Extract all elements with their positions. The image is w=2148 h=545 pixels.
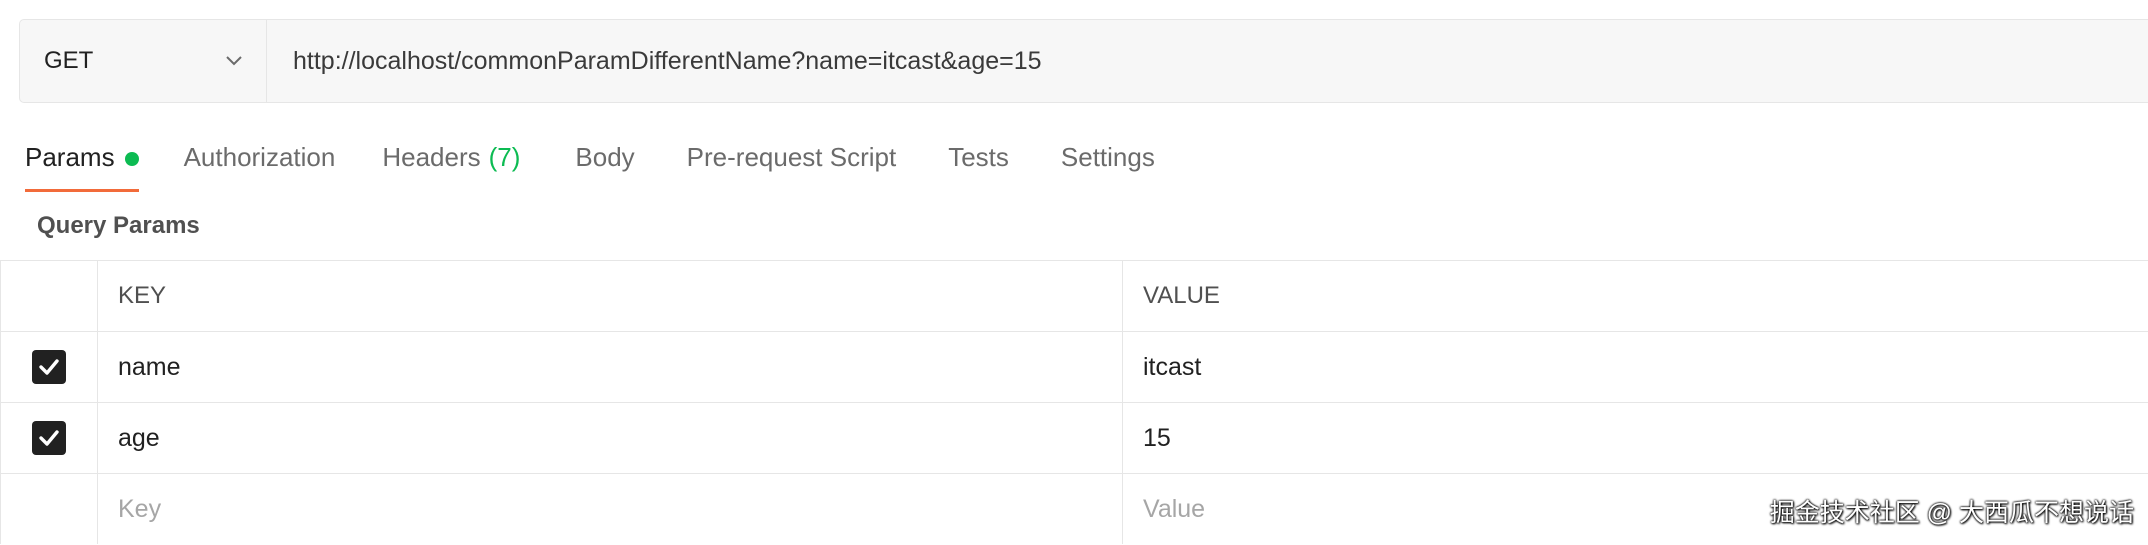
checkbox-checked-icon[interactable] (32, 350, 66, 384)
method-label: GET (44, 47, 94, 74)
param-key-field[interactable]: name (98, 332, 1123, 402)
tab-body[interactable]: Body (575, 130, 634, 192)
tab-authorization-label: Authorization (183, 142, 336, 172)
table-header-row: KEY VALUE (0, 261, 2148, 332)
request-bar: GET http://localhost/commonParamDifferen… (19, 19, 2148, 103)
request-tabs: Params Authorization Headers (7) Body Pr… (0, 130, 1155, 192)
tab-headers[interactable]: Headers (7) (382, 130, 520, 192)
param-value-field[interactable]: 15 (1123, 403, 2148, 473)
tab-tests[interactable]: Tests (948, 130, 1009, 192)
tab-settings[interactable]: Settings (1061, 130, 1155, 192)
key-column-header: KEY (98, 261, 1123, 331)
tab-params[interactable]: Params (25, 130, 139, 192)
method-select[interactable]: GET (20, 20, 267, 102)
tab-headers-label: Headers (382, 142, 481, 172)
tab-pre-request-script[interactable]: Pre-request Script (687, 130, 897, 192)
tab-pre-request-script-label: Pre-request Script (686, 142, 897, 172)
tab-tests-label: Tests (948, 142, 1009, 172)
tab-settings-label: Settings (1060, 142, 1155, 172)
chevron-down-icon (224, 51, 244, 71)
url-input[interactable]: http://localhost/commonParamDifferentNam… (267, 20, 2148, 102)
tab-body-label: Body (575, 142, 635, 172)
header-check-cell (0, 261, 98, 331)
green-dot-icon (124, 152, 139, 166)
tab-authorization[interactable]: Authorization (184, 130, 336, 192)
checkbox-checked-icon[interactable] (32, 421, 66, 455)
postman-request-view: GET http://localhost/commonParamDifferen… (0, 0, 2148, 545)
query-params-title: Query Params (37, 212, 200, 239)
row-check-cell (0, 474, 98, 544)
table-row: age 15 (0, 403, 2148, 474)
value-column-header: VALUE (1143, 282, 1220, 309)
row-check-cell (0, 332, 98, 402)
new-key-input[interactable]: Key (98, 474, 1123, 544)
tab-params-label: Params (25, 142, 115, 172)
row-check-cell (0, 403, 98, 473)
param-value-field[interactable]: itcast (1123, 332, 2148, 402)
param-key-field[interactable]: age (98, 403, 1123, 473)
headers-count-badge: (7) (488, 142, 521, 172)
table-row: name itcast (0, 332, 2148, 403)
active-tab-indicator (25, 189, 139, 192)
watermark: 掘金技术社区 @ 大西瓜不想说话 (1769, 499, 2134, 527)
